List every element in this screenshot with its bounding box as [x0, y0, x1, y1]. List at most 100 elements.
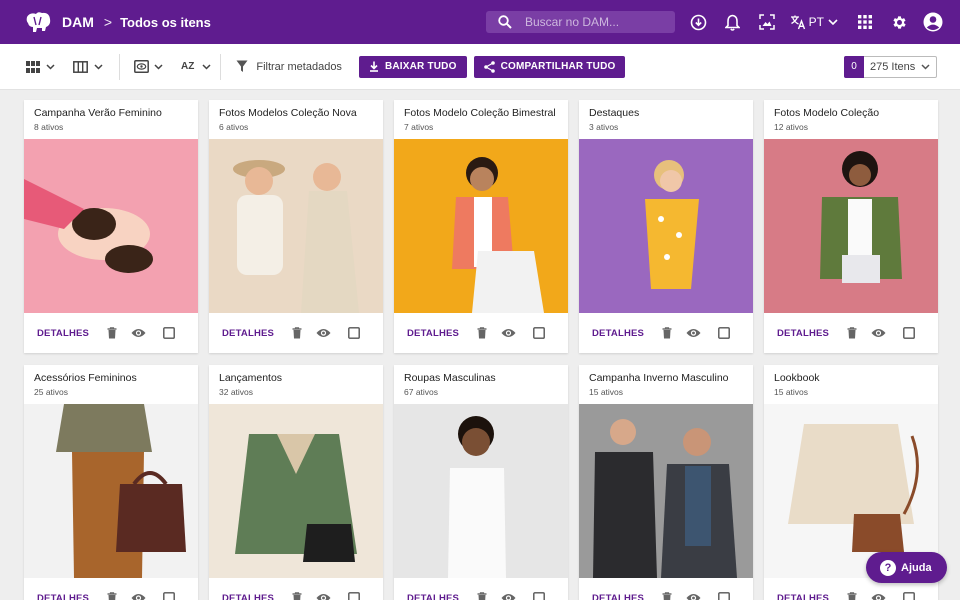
grid-view-toggle[interactable] — [26, 55, 55, 79]
card-asset-count: 3 ativos — [589, 122, 619, 132]
card-asset-count: 15 ativos — [589, 387, 624, 397]
card-thumbnail[interactable] — [394, 404, 568, 578]
select-checkbox[interactable] — [533, 327, 545, 339]
card-actions: DETALHES — [24, 313, 198, 353]
eye-icon[interactable] — [131, 593, 146, 600]
select-checkbox[interactable] — [163, 327, 175, 339]
card-title[interactable]: Roupas Masculinas — [404, 372, 558, 384]
card-title[interactable]: Campanha Inverno Masculino — [589, 372, 743, 384]
select-checkbox[interactable] — [903, 592, 915, 600]
card-header: Acessórios Femininos 25 ativos — [24, 365, 198, 404]
details-button[interactable]: DETALHES — [37, 328, 89, 339]
top-icons: PT — [676, 0, 944, 44]
apps-grid-icon[interactable] — [854, 11, 876, 33]
filter-metadata-button[interactable]: Filtrar metadados — [236, 60, 342, 73]
trash-icon[interactable] — [292, 592, 302, 600]
help-button[interactable]: ? Ajuda — [866, 552, 947, 583]
collection-card[interactable]: Fotos Modelo Coleção Bimestral 7 ativos … — [394, 100, 568, 353]
details-button[interactable]: DETALHES — [777, 328, 829, 339]
select-checkbox[interactable] — [903, 327, 915, 339]
eye-icon[interactable] — [686, 328, 701, 338]
eye-icon[interactable] — [131, 328, 146, 338]
preview-toggle[interactable] — [134, 55, 163, 79]
collection-card[interactable]: Campanha Inverno Masculino 15 ativos DET… — [579, 365, 753, 600]
eye-icon[interactable] — [316, 328, 331, 338]
chevron-down-icon — [46, 63, 55, 70]
card-thumbnail[interactable] — [394, 139, 568, 313]
card-thumbnail[interactable] — [579, 139, 753, 313]
brand-name[interactable]: DAM — [62, 14, 94, 30]
collection-card[interactable]: Fotos Modelo Coleção 12 ativos DETALHES — [764, 100, 938, 353]
card-thumbnail[interactable] — [24, 139, 198, 313]
eye-icon[interactable] — [871, 328, 886, 338]
card-asset-count: 67 ativos — [404, 387, 439, 397]
collection-card[interactable]: Acessórios Femininos 25 ativos DETALHES — [24, 365, 198, 600]
collection-card[interactable]: Lançamentos 32 ativos DETALHES — [209, 365, 383, 600]
eye-icon[interactable] — [316, 593, 331, 600]
card-title[interactable]: Lookbook — [774, 372, 928, 384]
card-thumbnail[interactable] — [209, 404, 383, 578]
download-icon — [369, 61, 378, 72]
select-checkbox[interactable] — [533, 592, 545, 600]
trash-icon[interactable] — [292, 327, 302, 339]
trash-icon[interactable] — [107, 592, 117, 600]
language-selector[interactable]: PT — [790, 14, 838, 30]
account-icon[interactable] — [922, 11, 944, 33]
download-all-button[interactable]: BAIXAR TUDO — [358, 55, 467, 78]
collection-card[interactable]: Campanha Verão Feminino 8 ativos DETALHE… — [24, 100, 198, 353]
details-button[interactable]: DETALHES — [777, 593, 829, 600]
eye-icon[interactable] — [501, 328, 516, 338]
card-title[interactable]: Fotos Modelo Coleção Bimestral — [404, 107, 558, 119]
search-input[interactable] — [525, 15, 665, 29]
gear-icon[interactable] — [888, 11, 910, 33]
elephant-logo-icon[interactable] — [24, 11, 52, 33]
select-checkbox[interactable] — [348, 592, 360, 600]
details-button[interactable]: DETALHES — [592, 328, 644, 339]
card-thumbnail[interactable] — [764, 139, 938, 313]
card-title[interactable]: Fotos Modelo Coleção — [774, 107, 928, 119]
trash-icon[interactable] — [477, 592, 487, 600]
details-button[interactable]: DETALHES — [37, 593, 89, 600]
card-thumbnail[interactable] — [209, 139, 383, 313]
select-checkbox[interactable] — [718, 592, 730, 600]
collection-card[interactable]: Destaques 3 ativos DETALHES — [579, 100, 753, 353]
chevron-down-icon — [921, 64, 930, 70]
trash-icon[interactable] — [662, 327, 672, 339]
search-bar[interactable] — [486, 11, 675, 33]
card-title[interactable]: Acessórios Femininos — [34, 372, 188, 384]
image-frame-icon[interactable] — [756, 11, 778, 33]
download-circle-icon[interactable] — [688, 11, 710, 33]
trash-icon[interactable] — [107, 327, 117, 339]
eye-icon[interactable] — [501, 593, 516, 600]
select-checkbox[interactable] — [163, 592, 175, 600]
card-title[interactable]: Lançamentos — [219, 372, 373, 384]
card-thumbnail[interactable] — [24, 404, 198, 578]
card-actions: DETALHES — [209, 313, 383, 353]
card-title[interactable]: Destaques — [589, 107, 743, 119]
trash-icon[interactable] — [477, 327, 487, 339]
details-button[interactable]: DETALHES — [407, 328, 459, 339]
items-count-select[interactable]: 0 275 Itens — [844, 55, 937, 78]
help-label: Ajuda — [901, 561, 932, 574]
details-button[interactable]: DETALHES — [592, 593, 644, 600]
eye-icon[interactable] — [871, 593, 886, 600]
collection-card[interactable]: Fotos Modelos Coleção Nova 6 ativos DETA… — [209, 100, 383, 353]
trash-icon[interactable] — [847, 327, 857, 339]
card-title[interactable]: Fotos Modelos Coleção Nova — [219, 107, 373, 119]
card-title[interactable]: Campanha Verão Feminino — [34, 107, 188, 119]
select-checkbox[interactable] — [348, 327, 360, 339]
details-button[interactable]: DETALHES — [222, 328, 274, 339]
details-button[interactable]: DETALHES — [407, 593, 459, 600]
eye-icon[interactable] — [686, 593, 701, 600]
collection-card[interactable]: Roupas Masculinas 67 ativos DETALHES — [394, 365, 568, 600]
trash-icon[interactable] — [662, 592, 672, 600]
select-checkbox[interactable] — [718, 327, 730, 339]
card-thumbnail[interactable] — [579, 404, 753, 578]
columns-toggle[interactable] — [73, 55, 103, 79]
bell-icon[interactable] — [722, 11, 744, 33]
details-button[interactable]: DETALHES — [222, 593, 274, 600]
card-actions: DETALHES — [394, 578, 568, 600]
share-all-button[interactable]: COMPARTILHAR TUDO — [473, 55, 626, 78]
sort-toggle[interactable]: AZ — [181, 55, 211, 79]
trash-icon[interactable] — [847, 592, 857, 600]
